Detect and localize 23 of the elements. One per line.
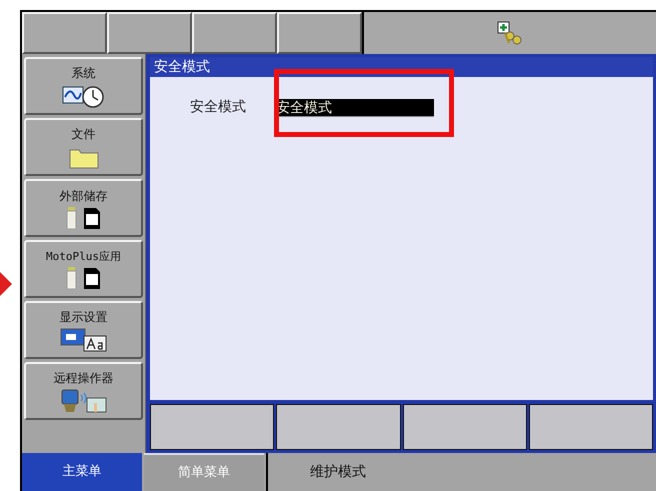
blank-toolbar-button[interactable] bbox=[107, 12, 192, 54]
display-and-font-icon bbox=[60, 328, 108, 352]
status-text: 维护模式 bbox=[310, 462, 366, 482]
waveform-and-clock-icon bbox=[62, 84, 106, 108]
main-menu-button[interactable]: MotoPlus应用 bbox=[24, 240, 143, 298]
main-menu-button[interactable]: 系统 bbox=[24, 57, 143, 115]
blank-function-button[interactable] bbox=[528, 404, 653, 450]
blank-function-button[interactable] bbox=[276, 404, 400, 450]
field-label: 安全模式 bbox=[190, 98, 246, 117]
main-menu-button[interactable]: 外部储存 bbox=[24, 179, 143, 237]
blank-function-button[interactable] bbox=[402, 404, 527, 450]
pendant-and-touchscreen-icon bbox=[60, 389, 106, 413]
bottom-menu-tab[interactable]: 主菜单 bbox=[22, 453, 142, 491]
keys-status-icon bbox=[497, 21, 523, 45]
panel-title-bar: 安全模式 bbox=[150, 57, 653, 77]
pointer-arrow-icon bbox=[0, 272, 12, 296]
blank-toolbar-button[interactable] bbox=[192, 12, 277, 54]
blank-toolbar-button[interactable] bbox=[277, 12, 362, 54]
blank-toolbar-button[interactable] bbox=[22, 12, 107, 54]
blank-function-button[interactable] bbox=[150, 404, 274, 450]
main-menu-button[interactable]: 显示设置 bbox=[24, 301, 143, 359]
main-menu-button[interactable]: 远程操作器 bbox=[24, 362, 143, 420]
main-menu-button[interactable]: 文件 bbox=[24, 118, 143, 176]
